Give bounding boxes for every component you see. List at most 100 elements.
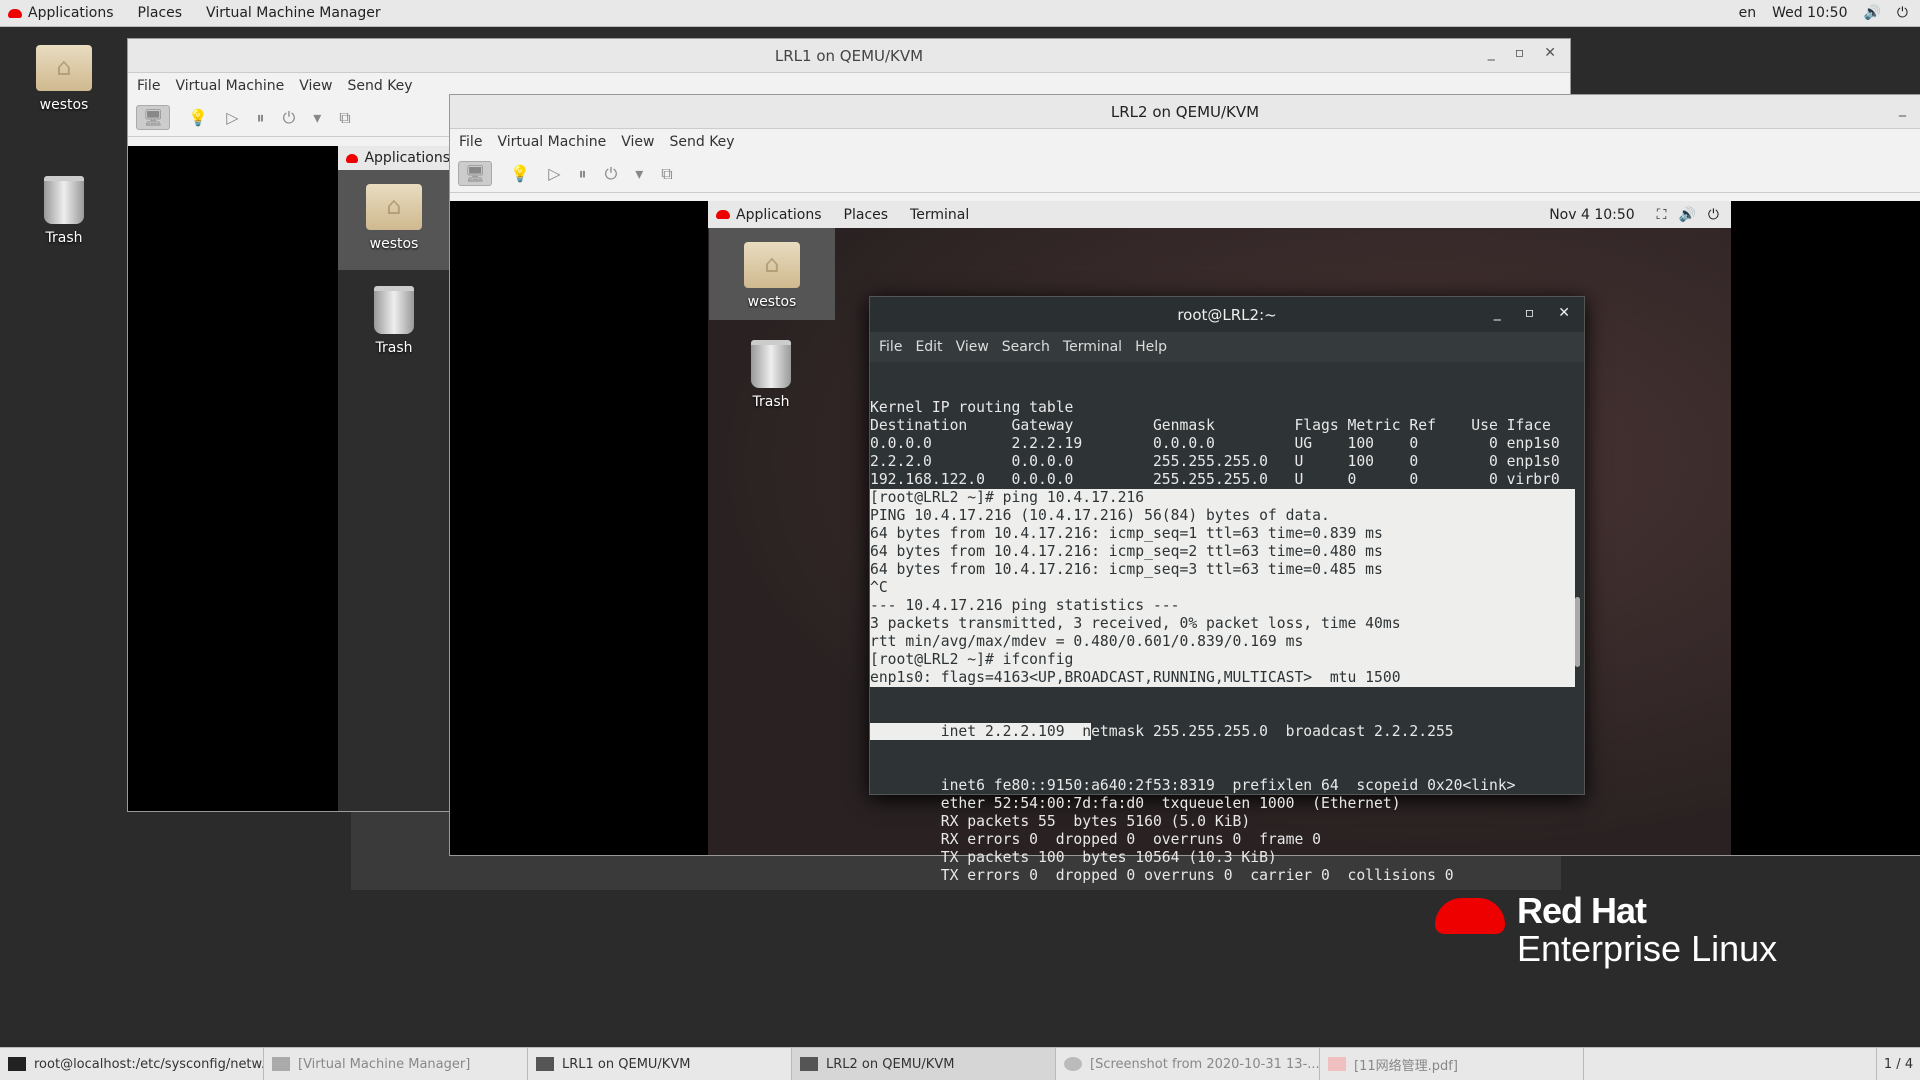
console-icon[interactable]: 🖥 xyxy=(458,161,493,186)
trash-icon xyxy=(751,340,791,388)
redhat-icon xyxy=(716,210,730,219)
trash-icon xyxy=(374,286,414,334)
redhat-icon xyxy=(346,153,359,163)
terminal-line: inet6 fe80::9150:a640:2f53:8319 prefixle… xyxy=(870,777,1516,794)
guest-top-bar: Applications Places Terminal Nov 4 10:50… xyxy=(708,201,1731,228)
minimize-icon[interactable]: _ xyxy=(1899,101,1906,117)
power-icon[interactable]: ⏻ xyxy=(1897,5,1908,21)
close-icon[interactable]: ✕ xyxy=(1558,305,1570,321)
chevron-down-icon[interactable]: ▾ xyxy=(635,164,643,183)
menu-sendkey[interactable]: Send Key xyxy=(347,78,412,94)
image-viewer-icon xyxy=(1064,1057,1082,1071)
terminal-line: enp1s0: flags=4163<UP,BROADCAST,RUNNING,… xyxy=(870,669,1575,687)
terminal-titlebar[interactable]: root@LRL2:~ _ ▫ ✕ xyxy=(870,297,1584,332)
vmm-app-menu[interactable]: Virtual Machine Manager xyxy=(206,5,381,21)
pause-icon[interactable]: ⏸ xyxy=(579,164,587,184)
terminal-line: 64 bytes from 10.4.17.216: icmp_seq=2 tt… xyxy=(870,543,1575,561)
guest-icon-trash[interactable]: Trash xyxy=(338,270,450,356)
menu-view[interactable]: View xyxy=(621,134,654,150)
menu-vm[interactable]: Virtual Machine xyxy=(497,134,606,150)
redhat-logo: Red Hat Enterprise Linux xyxy=(1433,890,1813,970)
guest-applications-menu[interactable]: Applications xyxy=(338,146,450,170)
menu-search[interactable]: Search xyxy=(1002,339,1050,355)
close-icon[interactable]: ✕ xyxy=(1544,45,1556,61)
terminal-output[interactable]: Kernel IP routing table Destination Gatew… xyxy=(870,362,1584,921)
fullscreen-icon[interactable]: ⧉ xyxy=(339,108,350,128)
lrl1-titlebar[interactable]: LRL1 on QEMU/KVM _ ▫ ✕ xyxy=(128,39,1570,73)
taskbar-item-vmm[interactable]: [Virtual Machine Manager] xyxy=(264,1048,528,1080)
scrollbar[interactable] xyxy=(1575,597,1580,667)
desktop-icon-trash[interactable]: Trash xyxy=(19,176,109,246)
run-icon[interactable]: ▷ xyxy=(548,164,560,183)
guest-icon-trash[interactable]: Trash xyxy=(708,320,834,410)
volume-icon[interactable]: 🔊 xyxy=(1678,207,1695,223)
terminal-line: rtt min/avg/max/mdev = 0.480/0.601/0.839… xyxy=(870,633,1575,651)
menu-file[interactable]: File xyxy=(879,339,902,355)
run-icon[interactable]: ▷ xyxy=(226,108,238,127)
guest-icon-westos[interactable]: westos xyxy=(338,170,450,270)
clock[interactable]: Wed 10:50 xyxy=(1772,5,1847,21)
terminal-line: TX packets 100 bytes 10564 (10.3 KiB) xyxy=(870,849,1277,866)
volume-icon[interactable]: 🔊 xyxy=(1863,5,1880,21)
fullscreen-icon[interactable]: ⧉ xyxy=(661,164,672,184)
shutdown-icon[interactable]: ⏻ xyxy=(283,108,296,128)
pause-icon[interactable]: ⏸ xyxy=(257,108,265,128)
terminal-line: 64 bytes from 10.4.17.216: icmp_seq=1 tt… xyxy=(870,525,1575,543)
redhat-hat-icon xyxy=(1435,898,1505,934)
terminal-line: ether 52:54:00:7d:fa:d0 txqueuelen 1000 … xyxy=(870,795,1401,812)
maximize-icon[interactable]: ▫ xyxy=(1515,45,1525,61)
guest-places-menu[interactable]: Places xyxy=(844,207,889,223)
terminal-line: 2.2.2.0 0.0.0.0 255.255.255.0 U 100 0 0 … xyxy=(870,453,1560,470)
menu-terminal[interactable]: Terminal xyxy=(1063,339,1122,355)
menu-help[interactable]: Help xyxy=(1135,339,1167,355)
shutdown-icon[interactable]: ⏻ xyxy=(605,164,618,184)
guest-applications-menu[interactable]: Applications xyxy=(716,207,822,223)
minimize-icon[interactable]: _ xyxy=(1488,45,1495,61)
taskbar-item-pdf[interactable]: [11网络管理.pdf] xyxy=(1320,1048,1584,1080)
menu-file[interactable]: File xyxy=(459,134,482,150)
desktop-icon-westos[interactable]: westos xyxy=(19,45,109,113)
menu-file[interactable]: File xyxy=(137,78,160,94)
menu-edit[interactable]: Edit xyxy=(915,339,942,355)
minimize-icon[interactable]: _ xyxy=(1494,305,1501,321)
taskbar-item-screenshot[interactable]: [Screenshot from 2020-10-31 13-... xyxy=(1056,1048,1320,1080)
terminal-line: 64 bytes from 10.4.17.216: icmp_seq=3 tt… xyxy=(870,561,1575,579)
details-icon[interactable]: 💡 xyxy=(188,108,208,127)
chevron-down-icon[interactable]: ▾ xyxy=(313,108,321,127)
terminal-window[interactable]: root@LRL2:~ _ ▫ ✕ File Edit View Search Termin… xyxy=(869,296,1585,884)
redhat-icon xyxy=(8,8,22,18)
guest-terminal-menu[interactable]: Terminal xyxy=(910,207,969,223)
menu-sendkey[interactable]: Send Key xyxy=(669,134,734,150)
power-icon[interactable]: ⏻ xyxy=(1708,207,1719,223)
lrl2-titlebar[interactable]: LRL2 on QEMU/KVM _ xyxy=(450,95,1920,129)
applications-menu[interactable]: Applications xyxy=(8,5,114,21)
home-folder-icon xyxy=(36,45,92,91)
terminal-line: Kernel IP routing table xyxy=(870,399,1074,416)
menu-vm[interactable]: Virtual Machine xyxy=(175,78,284,94)
workspace-switcher[interactable]: 1 / 4 xyxy=(1876,1048,1920,1080)
terminal-line: RX errors 0 dropped 0 overruns 0 frame 0 xyxy=(870,831,1321,848)
taskbar-item-terminal[interactable]: root@localhost:/etc/sysconfig/netw... xyxy=(0,1048,264,1080)
vmm-icon xyxy=(272,1057,290,1071)
terminal-line: Destination Gateway Genmask Flags Metric… xyxy=(870,417,1551,434)
terminal-line: 0.0.0.0 2.2.2.19 0.0.0.0 UG 100 0 0 enp1… xyxy=(870,435,1560,452)
menu-view[interactable]: View xyxy=(956,339,989,355)
terminal-line: ^C xyxy=(870,579,1575,597)
taskbar: root@localhost:/etc/sysconfig/netw... [V… xyxy=(0,1047,1920,1080)
menu-view[interactable]: View xyxy=(299,78,332,94)
guest-clock[interactable]: Nov 4 10:50 xyxy=(1549,207,1634,223)
taskbar-item-lrl1[interactable]: LRL1 on QEMU/KVM xyxy=(528,1048,792,1080)
home-folder-icon xyxy=(366,184,422,230)
details-icon[interactable]: 💡 xyxy=(510,164,530,183)
language-indicator[interactable]: en xyxy=(1739,5,1757,21)
terminal-icon xyxy=(8,1057,26,1071)
top-bar: Applications Places Virtual Machine Mana… xyxy=(0,0,1920,27)
network-icon[interactable]: ⛶ xyxy=(1657,207,1667,223)
console-icon[interactable]: 🖥 xyxy=(136,105,171,130)
maximize-icon[interactable]: ▫ xyxy=(1525,305,1535,321)
taskbar-item-lrl2[interactable]: LRL2 on QEMU/KVM xyxy=(792,1048,1056,1080)
home-folder-icon xyxy=(744,242,800,288)
pdf-icon xyxy=(1328,1057,1346,1071)
guest-icon-westos[interactable]: westos xyxy=(709,228,835,320)
places-menu[interactable]: Places xyxy=(138,5,183,21)
